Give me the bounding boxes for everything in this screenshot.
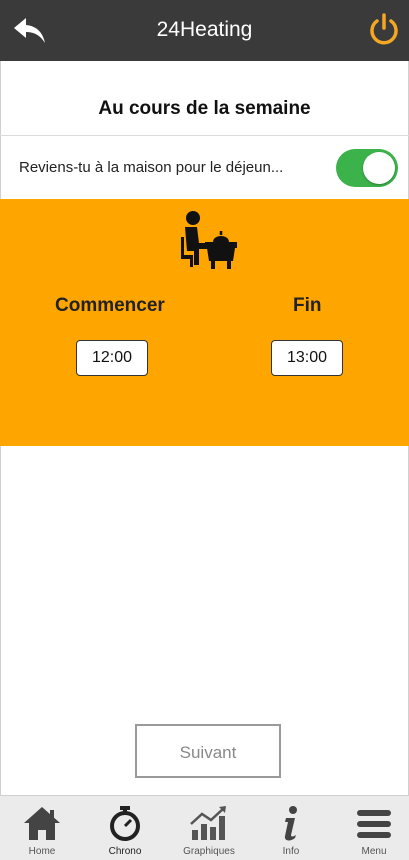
start-time-input[interactable]: 12:00 bbox=[76, 340, 148, 376]
tab-label: Menu bbox=[361, 846, 387, 857]
home-icon bbox=[24, 807, 60, 840]
app-title: 24Heating bbox=[156, 18, 253, 41]
end-time-input[interactable]: 13:00 bbox=[271, 340, 343, 376]
stopwatch-icon bbox=[110, 806, 140, 841]
tab-graphiques[interactable]: Graphiques bbox=[169, 796, 249, 860]
power-button[interactable] bbox=[367, 12, 401, 48]
tab-menu[interactable]: Menu bbox=[334, 796, 409, 860]
divider bbox=[0, 135, 409, 136]
tab-label: Chrono bbox=[108, 846, 142, 857]
tab-label: Info bbox=[282, 846, 300, 857]
bottom-tab-bar: Home Chrono Graphiques Info Menu bbox=[0, 795, 409, 860]
next-button[interactable]: Suivant bbox=[135, 724, 281, 778]
tab-chrono[interactable]: Chrono bbox=[85, 796, 165, 860]
hamburger-menu-icon bbox=[357, 810, 391, 838]
person-dining-icon bbox=[181, 211, 237, 269]
tab-label: Graphiques bbox=[183, 846, 235, 857]
power-icon bbox=[370, 13, 398, 45]
lunch-toggle-switch[interactable] bbox=[336, 149, 398, 187]
lunch-toggle-label: Reviens-tu à la maison pour le déjeun... bbox=[19, 159, 284, 176]
toggle-knob bbox=[363, 152, 395, 184]
chart-icon bbox=[190, 806, 226, 840]
end-label: Fin bbox=[293, 295, 322, 316]
lunch-toggle-row: Reviens-tu à la maison pour le déjeun... bbox=[0, 137, 409, 199]
tab-home[interactable]: Home bbox=[2, 796, 82, 860]
page-title: Au cours de la semaine bbox=[98, 98, 311, 119]
info-icon bbox=[284, 806, 297, 841]
top-bar: 24Heating bbox=[0, 0, 409, 61]
start-label: Commencer bbox=[55, 295, 165, 316]
tab-info[interactable]: Info bbox=[251, 796, 331, 860]
lunch-time-panel: Commencer Fin 12:00 13:00 bbox=[0, 199, 409, 446]
tab-label: Home bbox=[28, 846, 56, 857]
